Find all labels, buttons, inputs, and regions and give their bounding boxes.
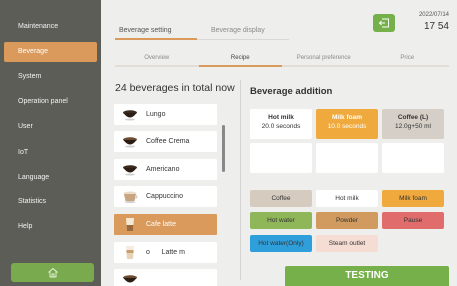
recipe-slot-5[interactable] [316,143,378,173]
sidebar: Maintenance Beverage System Operation pa… [0,0,101,286]
tab-personal-preference[interactable]: Personal preference [282,51,366,67]
latte-glass-icon [114,242,146,263]
recipe-slot-2[interactable]: Milk foam 10.0 seconds [316,109,378,139]
coffee-cup-icon [114,269,146,286]
beverage-addition-title: Beverage addition [250,86,333,97]
main-tabs: Beverage setting Beverage display [115,24,289,40]
ingredient-coffee-button[interactable]: Coffee [250,190,312,207]
sub-tabs: Overview Recipe Personal preference Pric… [115,51,449,67]
slot-name: Coffee (L) [397,114,429,121]
recipe-slot-1[interactable]: Hot milk 20.0 seconds [250,109,312,139]
testing-button[interactable]: TESTING [285,266,449,286]
slot-value: 10.0 seconds [327,123,367,130]
beverage-item-cappuccino[interactable]: Cappuccino [114,186,217,207]
date-display: 2022/07/14 [418,12,449,18]
recipe-slot-3[interactable]: Coffee (L) 12.0g+50 ml [382,109,444,139]
slot-value: 12.0g+50 ml [395,123,431,130]
coffee-cup-icon [114,104,146,125]
recipe-slot-6[interactable] [382,143,444,173]
ingredient-steam-outlet-button[interactable]: Steam outlet [316,235,378,252]
slot-name: Milk foam [332,114,362,121]
beverage-count-title: 24 beverages in total now [115,82,235,94]
list-scrollbar[interactable] [222,125,225,172]
sidebar-item-user[interactable]: User [4,117,97,137]
sidebar-item-help[interactable]: Help [4,217,97,237]
sidebar-item-language[interactable]: Language [4,168,97,188]
beverage-name: Coffee Crema [146,138,190,145]
ingredient-hot-milk-button[interactable]: Hot milk [316,190,378,207]
sidebar-item-beverage[interactable]: Beverage [4,42,97,62]
beverage-name: o Latte m [146,249,185,256]
sidebar-item-maintenance[interactable]: Maintenance [4,17,97,37]
coffee-cup-icon [114,159,146,180]
slot-value: 20.0 seconds [261,123,301,130]
time-display: 17 54 [423,21,449,32]
exit-button[interactable] [373,14,395,32]
panel-divider [240,80,241,280]
ingredient-hot-water-button[interactable]: Hot water [250,212,312,229]
beverage-list: Lungo Coffee Crema Americano Cappuccino … [114,104,232,286]
home-button[interactable] [11,263,94,282]
beverage-item-cafe-latte[interactable]: Cafe latte [114,214,217,235]
beverage-item-coffee-crema[interactable]: Coffee Crema [114,131,217,152]
ingredient-hot-water-only-button[interactable]: Hot water(Only) [250,235,312,252]
beverage-item-partial[interactable] [114,269,217,286]
ingredient-pause-button[interactable]: Pause [382,212,444,229]
tab-overview[interactable]: Overview [115,51,199,67]
exit-icon [378,18,389,28]
home-icon [47,268,58,278]
beverage-item-lungo[interactable]: Lungo [114,104,217,125]
tab-recipe[interactable]: Recipe [198,51,282,67]
beverage-name: Lungo [146,111,166,118]
tab-price[interactable]: Price [365,51,449,67]
ingredient-powder-button[interactable]: Powder [316,212,378,229]
coffee-cup-icon [114,131,146,152]
beverage-name: Cappuccino [146,193,183,200]
recipe-slot-4[interactable] [250,143,312,173]
sidebar-item-statistics[interactable]: Statistics [4,192,97,212]
sidebar-item-iot[interactable]: IoT [4,143,97,163]
cappuccino-cup-icon [114,186,146,207]
sidebar-item-system[interactable]: System [4,67,97,87]
latte-glass-icon [114,214,146,235]
beverage-item-americano[interactable]: Americano [114,159,217,180]
sidebar-item-operation-panel[interactable]: Operation panel [4,92,97,112]
ingredient-milk-foam-button[interactable]: Milk foam [382,190,444,207]
beverage-item-latte-macchiato[interactable]: o Latte m [114,242,217,263]
tab-beverage-setting[interactable]: Beverage setting [115,24,197,40]
beverage-name: Cafe latte [146,221,176,228]
tab-beverage-display[interactable]: Beverage display [197,24,289,40]
beverage-name: Americano [146,166,180,173]
slot-name: Hot milk [268,114,294,121]
